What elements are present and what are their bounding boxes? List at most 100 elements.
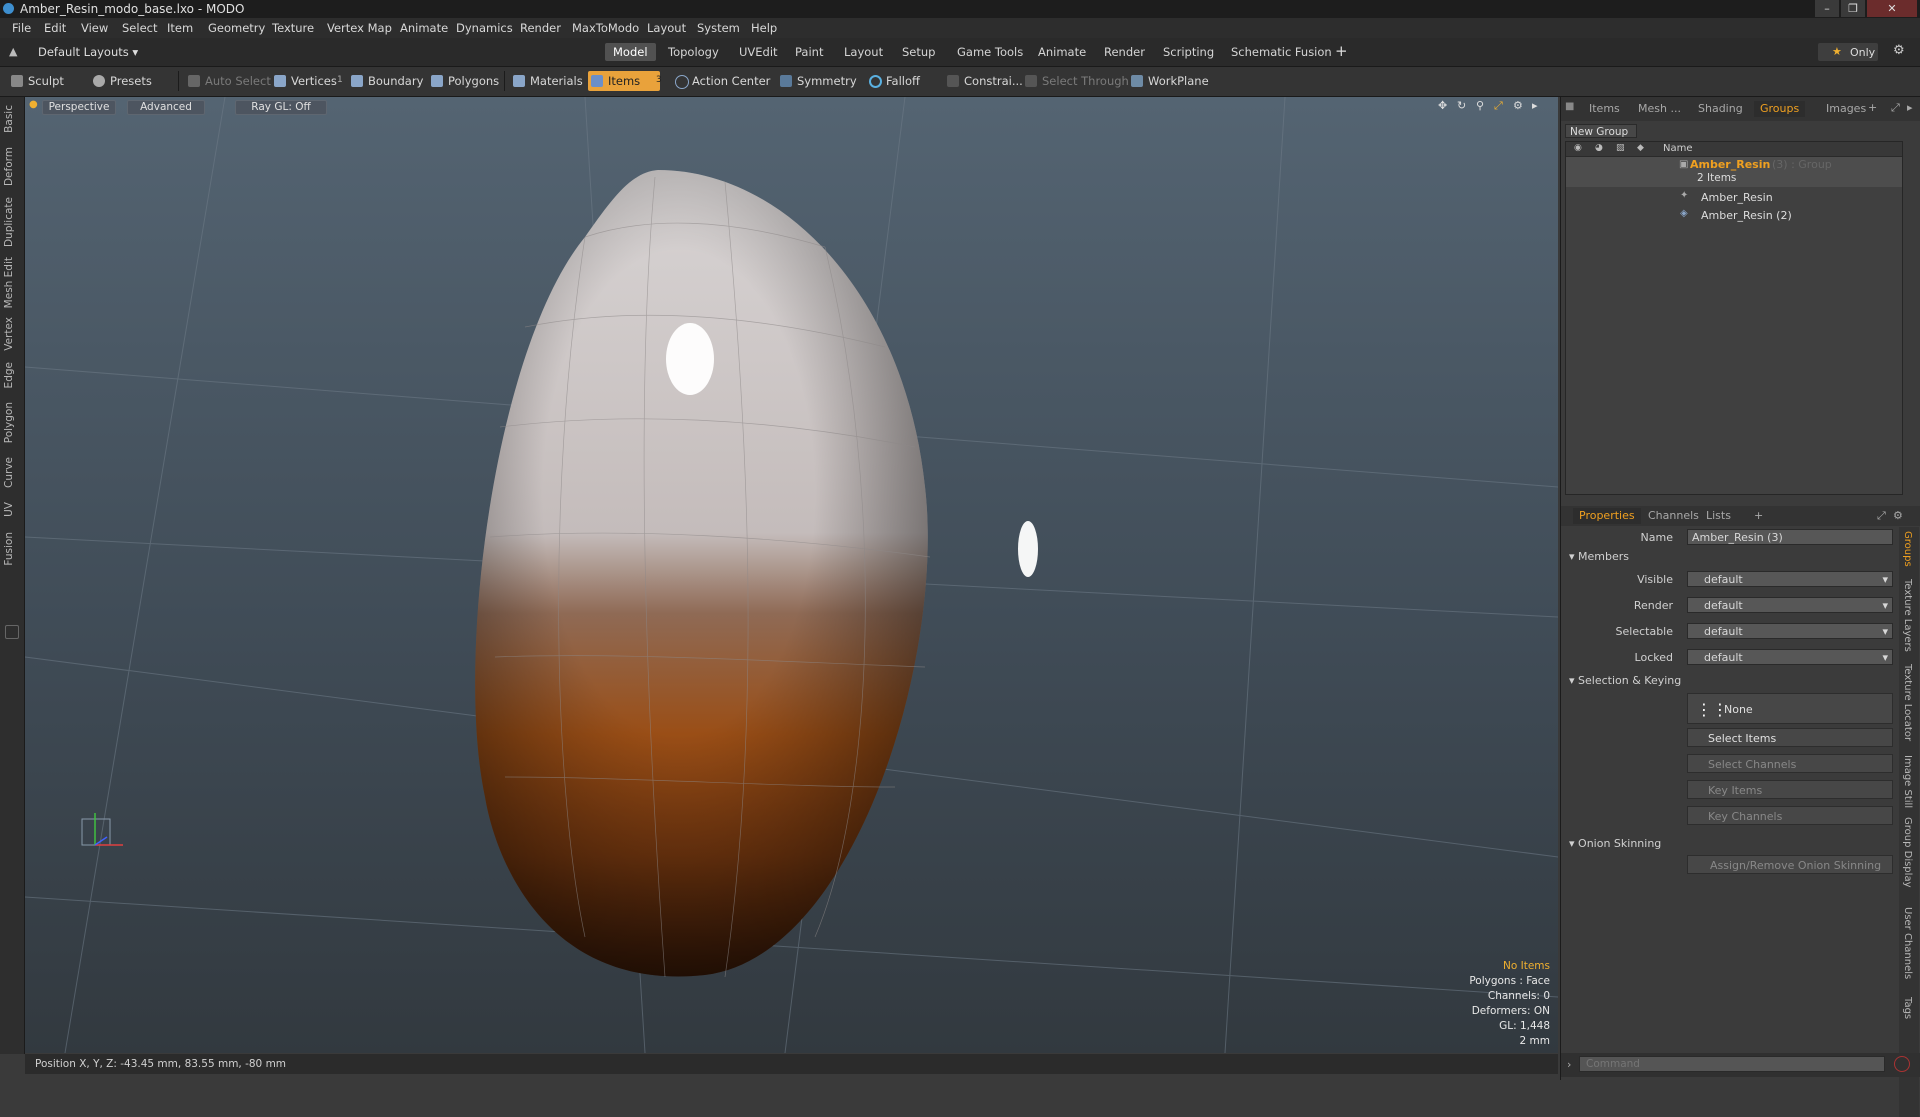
new-group-button[interactable]: New Group	[1565, 124, 1637, 138]
tab-schematic-fusion[interactable]: Schematic Fusion	[1223, 43, 1340, 61]
tab-setup[interactable]: Setup	[894, 43, 943, 61]
tab-uvedit[interactable]: UVEdit	[731, 43, 786, 61]
shading-dropdown[interactable]: Advanced	[127, 100, 205, 115]
zoom-icon[interactable]: ⚲	[1476, 99, 1484, 112]
menu-edit[interactable]: Edit	[44, 21, 66, 35]
boundary-button[interactable]: Boundary	[348, 71, 438, 91]
tab-scripting[interactable]: Scripting	[1155, 43, 1222, 61]
panel-menu-icon[interactable]: ■	[1565, 101, 1574, 112]
tab-paint[interactable]: Paint	[787, 43, 831, 61]
assign-onion-skinning-button[interactable]: Assign/Remove Onion Skinning	[1687, 855, 1893, 874]
add-panel-tab-button[interactable]: +	[1868, 101, 1877, 114]
sculpt-button[interactable]: Sculpt	[8, 71, 88, 91]
select-items-button[interactable]: Select Items	[1687, 728, 1893, 747]
materials-button[interactable]: Materials	[510, 71, 598, 91]
side-tab-tags[interactable]: Tags	[1902, 997, 1913, 1019]
rotate-icon[interactable]: ↻	[1457, 99, 1466, 112]
menu-vertex-map[interactable]: Vertex Map	[327, 21, 392, 35]
tab-images[interactable]: Images	[1820, 101, 1872, 117]
side-tab-texture-locator[interactable]: Texture Locator	[1902, 664, 1913, 741]
tab-groups[interactable]: Groups	[1754, 101, 1806, 117]
tab-duplicate[interactable]: Duplicate	[3, 197, 15, 247]
panel-toggle-button[interactable]	[5, 625, 19, 639]
workplane-button[interactable]: WorkPlane	[1128, 71, 1226, 91]
render-dropdown[interactable]: default ▾	[1687, 597, 1893, 613]
menu-texture[interactable]: Texture	[272, 21, 314, 35]
menu-view[interactable]: View	[81, 21, 108, 35]
add-props-tab-button[interactable]: +	[1754, 509, 1763, 522]
only-toggle[interactable]: ★ Only	[1818, 43, 1878, 61]
polygons-button[interactable]: Polygons	[428, 71, 516, 91]
falloff-button[interactable]: Falloff	[866, 71, 944, 91]
stop-icon[interactable]	[1894, 1056, 1910, 1072]
selection-set-field[interactable]: ⋮⋮ None	[1687, 693, 1893, 724]
action-center-button[interactable]: Action Center	[672, 71, 787, 91]
side-tab-image-still[interactable]: Image Still	[1902, 755, 1913, 808]
presets-button[interactable]: Presets	[90, 71, 180, 91]
close-button[interactable]: ✕	[1867, 0, 1917, 17]
tab-game-tools[interactable]: Game Tools	[949, 43, 1031, 61]
tab-render[interactable]: Render	[1096, 43, 1153, 61]
props-expand-icon[interactable]: ⤢	[1877, 509, 1886, 523]
menu-maxtomodo[interactable]: MaxToModo	[572, 21, 639, 35]
panel-more-icon[interactable]: ▸	[1907, 101, 1913, 114]
add-tab-button[interactable]: +	[1335, 42, 1348, 60]
tab-layout[interactable]: Layout	[836, 43, 891, 61]
menu-dynamics[interactable]: Dynamics	[456, 21, 513, 35]
list-item[interactable]: ◈ Amber_Resin (2)	[1566, 206, 1902, 224]
tab-lists[interactable]: Lists	[1700, 508, 1737, 524]
maximize-button[interactable]: ❐	[1841, 0, 1865, 17]
tab-channels[interactable]: Channels	[1642, 508, 1705, 524]
menu-system[interactable]: System	[697, 21, 740, 35]
menu-select[interactable]: Select	[122, 21, 157, 35]
tab-animate[interactable]: Animate	[1030, 43, 1094, 61]
list-item[interactable]: ✦ Amber_Resin	[1566, 188, 1902, 206]
side-tab-user-channels[interactable]: User Channels	[1902, 907, 1913, 979]
menu-help[interactable]: Help	[751, 21, 777, 35]
pan-icon[interactable]: ✥	[1438, 99, 1447, 112]
symmetry-button[interactable]: Symmetry	[777, 71, 869, 91]
group-row[interactable]: ▣ Amber_Resin (3) : Group 2 Items	[1566, 157, 1902, 187]
key-items-button[interactable]: Key Items	[1687, 780, 1893, 799]
visible-dropdown[interactable]: default ▾	[1687, 571, 1893, 587]
viewport-options-icon[interactable]: ●	[29, 99, 38, 110]
tab-polygon[interactable]: Polygon	[3, 402, 15, 443]
tab-model[interactable]: Model	[605, 43, 656, 61]
select-channels-button[interactable]: Select Channels	[1687, 754, 1893, 773]
tab-shading[interactable]: Shading	[1692, 101, 1749, 117]
tab-items[interactable]: Items	[1583, 101, 1626, 117]
items-button[interactable]: Items	[588, 71, 660, 91]
props-gear-icon[interactable]: ⚙	[1893, 509, 1903, 522]
tab-mesh[interactable]: Mesh ...	[1632, 101, 1687, 117]
minimize-button[interactable]: –	[1815, 0, 1839, 17]
gear-icon[interactable]: ⚙	[1893, 43, 1905, 58]
key-channels-button[interactable]: Key Channels	[1687, 806, 1893, 825]
selectable-dropdown[interactable]: default ▾	[1687, 623, 1893, 639]
eye-icon[interactable]: ◉	[1574, 143, 1582, 153]
menu-geometry[interactable]: Geometry	[208, 21, 265, 35]
fit-icon[interactable]: ⤢	[1494, 99, 1503, 113]
tab-curve[interactable]: Curve	[3, 457, 15, 488]
menu-animate[interactable]: Animate	[400, 21, 448, 35]
side-tab-groups[interactable]: Groups	[1902, 531, 1913, 567]
side-tab-group-display[interactable]: Group Display	[1902, 817, 1913, 887]
selection-keying-section[interactable]: ▾ Selection & Keying	[1569, 674, 1681, 687]
auto-select-button[interactable]: Auto Select	[185, 71, 283, 91]
expand-icon[interactable]: ⤢	[1891, 101, 1900, 115]
locked-dropdown[interactable]: default ▾	[1687, 649, 1893, 665]
tab-mesh-edit[interactable]: Mesh Edit	[3, 257, 15, 308]
lock-icon[interactable]: ▧	[1616, 143, 1625, 153]
tab-fusion[interactable]: Fusion	[3, 532, 15, 566]
viewport-gear-icon[interactable]: ⚙	[1513, 99, 1523, 112]
menu-layout[interactable]: Layout	[647, 21, 686, 35]
default-layouts-dropdown[interactable]: Default Layouts ▾	[38, 45, 138, 59]
render-icon[interactable]: ◕	[1595, 143, 1603, 153]
side-tab-texture-layers[interactable]: Texture Layers	[1902, 579, 1913, 652]
select-icon[interactable]: ◆	[1637, 143, 1644, 153]
select-through-button[interactable]: Select Through	[1022, 71, 1137, 91]
menu-file[interactable]: File	[12, 21, 31, 35]
projection-dropdown[interactable]: Perspective	[42, 100, 116, 115]
tab-vertex[interactable]: Vertex	[3, 317, 15, 351]
members-section[interactable]: ▾ Members	[1569, 550, 1629, 563]
layout-arrow-icon[interactable]: ▲	[9, 45, 17, 58]
